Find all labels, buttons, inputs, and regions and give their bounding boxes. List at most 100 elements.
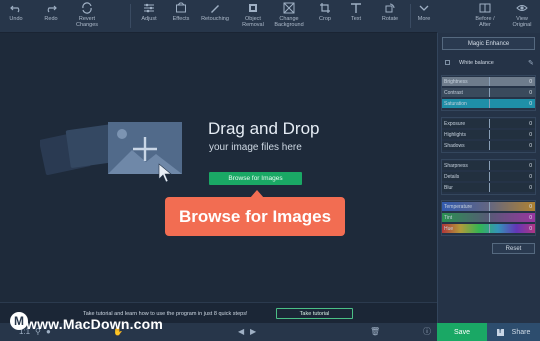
effects-label: Effects	[172, 16, 190, 22]
revert-changes-button[interactable]: Revert Changes	[72, 2, 102, 32]
white-balance-checkbox[interactable]	[445, 60, 450, 65]
trash-icon[interactable]: 🗑	[370, 328, 380, 336]
text-icon	[351, 3, 361, 13]
adjust-button[interactable]: Adjust	[138, 2, 160, 32]
save-button[interactable]: Save	[437, 323, 487, 341]
slider-saturation[interactable]: Saturation 0	[442, 99, 535, 108]
slider-handle[interactable]	[489, 119, 490, 128]
drag-drop-title: Drag and Drop	[208, 119, 320, 138]
undo-icon	[10, 5, 20, 13]
slider-value: 0	[529, 215, 532, 221]
slider-details[interactable]: Details 0	[442, 172, 535, 181]
before-after-button[interactable]: Before / After	[470, 2, 500, 32]
slider-label: Blur	[444, 185, 453, 191]
slider-value: 0	[529, 101, 532, 107]
slider-value: 0	[529, 79, 532, 85]
object-removal-button[interactable]: Object Removal	[240, 2, 266, 32]
view-original-button[interactable]: View Original	[508, 2, 536, 32]
view-original-label: View Original	[512, 16, 532, 28]
slider-label: Contrast	[444, 90, 463, 96]
crop-icon	[320, 3, 330, 13]
photo-stack-icon	[40, 122, 182, 183]
slider-handle[interactable]	[489, 141, 490, 150]
slider-temperature[interactable]: Temperature 0	[442, 202, 535, 211]
slider-value: 0	[529, 163, 532, 169]
brush-icon	[211, 5, 219, 13]
magic-enhance-button[interactable]: Magic Enhance	[442, 37, 535, 50]
redo-icon	[47, 5, 57, 13]
slider-handle[interactable]	[489, 224, 490, 233]
undo-button[interactable]: Undo	[5, 2, 27, 32]
slider-contrast[interactable]: Contrast 0	[442, 88, 535, 97]
browse-images-button[interactable]: Browse for Images	[209, 172, 302, 185]
next-image-icon[interactable]: ▶	[250, 328, 256, 336]
rotate-label: Rotate	[381, 16, 399, 22]
slider-highlights[interactable]: Highlights 0	[442, 130, 535, 139]
crop-label: Crop	[319, 16, 331, 22]
slider-label: Temperature	[444, 204, 473, 210]
slider-label: Tint	[444, 215, 453, 221]
white-balance-label: White balance	[459, 60, 494, 66]
slider-handle[interactable]	[489, 183, 490, 192]
sliders-icon	[144, 3, 154, 13]
text-button[interactable]: Text	[345, 2, 367, 32]
slider-handle[interactable]	[489, 202, 490, 211]
redo-button[interactable]: Redo	[40, 2, 62, 32]
slider-value: 0	[529, 185, 532, 191]
drag-drop-subtitle: your image files here	[209, 142, 302, 153]
facebook-icon: f	[496, 328, 504, 336]
slider-handle[interactable]	[489, 88, 490, 97]
pipette-icon[interactable]: ✎	[528, 59, 534, 67]
rotate-button[interactable]: Rotate	[378, 2, 402, 32]
before-after-label: Before / After	[475, 16, 495, 28]
eraser-icon	[249, 4, 257, 12]
slider-value: 0	[529, 143, 532, 149]
revert-line: Revert Changes	[75, 16, 99, 28]
slider-shadows[interactable]: Shadows 0	[442, 141, 535, 150]
slider-handle[interactable]	[489, 77, 490, 86]
slider-hue[interactable]: Hue 0	[442, 224, 535, 233]
white-balance-row[interactable]: White balance ✎	[442, 58, 535, 68]
info-icon[interactable]: ⓘ	[423, 328, 431, 336]
crop-button[interactable]: Crop	[314, 2, 336, 32]
previous-image-icon[interactable]: ◀	[238, 328, 244, 336]
take-tutorial-button[interactable]: Take tutorial	[276, 308, 353, 319]
slider-handle[interactable]	[489, 213, 490, 222]
effects-button[interactable]: Effects	[170, 2, 192, 32]
slider-handle[interactable]	[489, 172, 490, 181]
share-button[interactable]: f Share	[487, 323, 540, 341]
slider-label: Saturation	[444, 101, 467, 107]
revert-changes-label: Revert Changes	[76, 16, 98, 28]
slider-brightness[interactable]: Brightness 0	[442, 77, 535, 86]
share-label: Share	[511, 328, 531, 336]
slider-tint[interactable]: Tint 0	[442, 213, 535, 222]
retouching-button[interactable]: Retouching	[200, 2, 230, 32]
slider-label: Hue	[444, 226, 454, 232]
slider-blur[interactable]: Blur 0	[442, 183, 535, 192]
slider-value: 0	[529, 174, 532, 180]
redo-label: Redo	[44, 16, 58, 22]
undo-label: Undo	[9, 16, 23, 22]
reset-button[interactable]: Reset	[492, 243, 535, 254]
more-button[interactable]: More	[414, 2, 434, 32]
adjust-label: Adjust	[141, 16, 157, 22]
slider-label: Brightness	[444, 79, 468, 85]
slider-value: 0	[529, 132, 532, 138]
slider-label: Sharpness	[444, 163, 468, 169]
change-background-button[interactable]: Change Background	[271, 2, 307, 32]
slider-value: 0	[529, 90, 532, 96]
slider-value: 0	[529, 121, 532, 127]
slider-handle[interactable]	[489, 161, 490, 170]
slider-exposure[interactable]: Exposure 0	[442, 119, 535, 128]
chevron-down-icon	[419, 5, 429, 11]
object-removal-label: Object Removal	[242, 16, 264, 28]
slider-value: 0	[529, 226, 532, 232]
slider-label: Details	[444, 174, 460, 180]
slider-value: 0	[529, 204, 532, 210]
slider-handle[interactable]	[489, 99, 490, 108]
slider-handle[interactable]	[489, 130, 490, 139]
watermark-text: www.MacDown.com	[26, 316, 164, 332]
retouching-label: Retouching	[201, 16, 229, 22]
toolbar-divider	[130, 4, 131, 28]
slider-sharpness[interactable]: Sharpness 0	[442, 161, 535, 170]
